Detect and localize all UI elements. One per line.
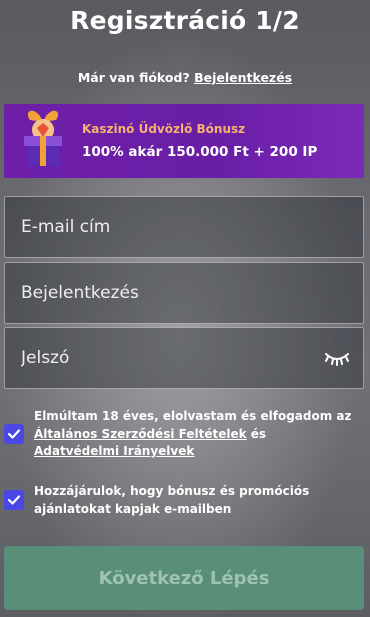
welcome-bonus-banner: Kaszinó Üdvözlő Bónusz 100% akár 150.000… xyxy=(4,104,364,178)
terms-text: Elmúltam 18 éves, elolvastam és elfogado… xyxy=(34,408,364,461)
password-input[interactable] xyxy=(5,328,363,388)
eye-closed-icon[interactable] xyxy=(323,348,351,368)
email-input[interactable] xyxy=(5,197,363,257)
marketing-checkbox[interactable] xyxy=(4,490,24,510)
username-input[interactable] xyxy=(5,263,363,323)
gift-icon xyxy=(24,110,62,166)
checkmark-icon xyxy=(7,429,21,439)
bonus-subtitle: Kaszinó Üdvözlő Bónusz xyxy=(82,122,246,136)
bonus-headline: 100% akár 150.000 Ft + 200 IP xyxy=(82,144,318,160)
username-field[interactable] xyxy=(4,262,364,324)
terms-conjunction: és xyxy=(250,426,267,441)
page-title: Regisztráció 1/2 xyxy=(70,6,300,35)
login-prompt-text: Már van fiókod? xyxy=(77,70,190,85)
password-field[interactable] xyxy=(4,327,364,389)
checkmark-icon xyxy=(7,495,21,505)
next-step-button[interactable]: Következő Lépés xyxy=(4,546,364,610)
marketing-text: Hozzájárulok, hogy bónusz és promóciós a… xyxy=(34,484,310,516)
terms-checkbox[interactable] xyxy=(4,424,24,444)
email-field[interactable] xyxy=(4,196,364,258)
terms-link[interactable]: Általános Szerződési Feltételek xyxy=(34,427,247,441)
terms-text-before: Elmúltam 18 éves, elolvastam és elfogado… xyxy=(34,409,352,423)
login-link[interactable]: Bejelentkezés xyxy=(194,70,292,85)
login-prompt: Már van fiókod? Bejelentkezés xyxy=(0,70,370,85)
privacy-link[interactable]: Adatvédelmi Irányelvek xyxy=(34,444,194,458)
